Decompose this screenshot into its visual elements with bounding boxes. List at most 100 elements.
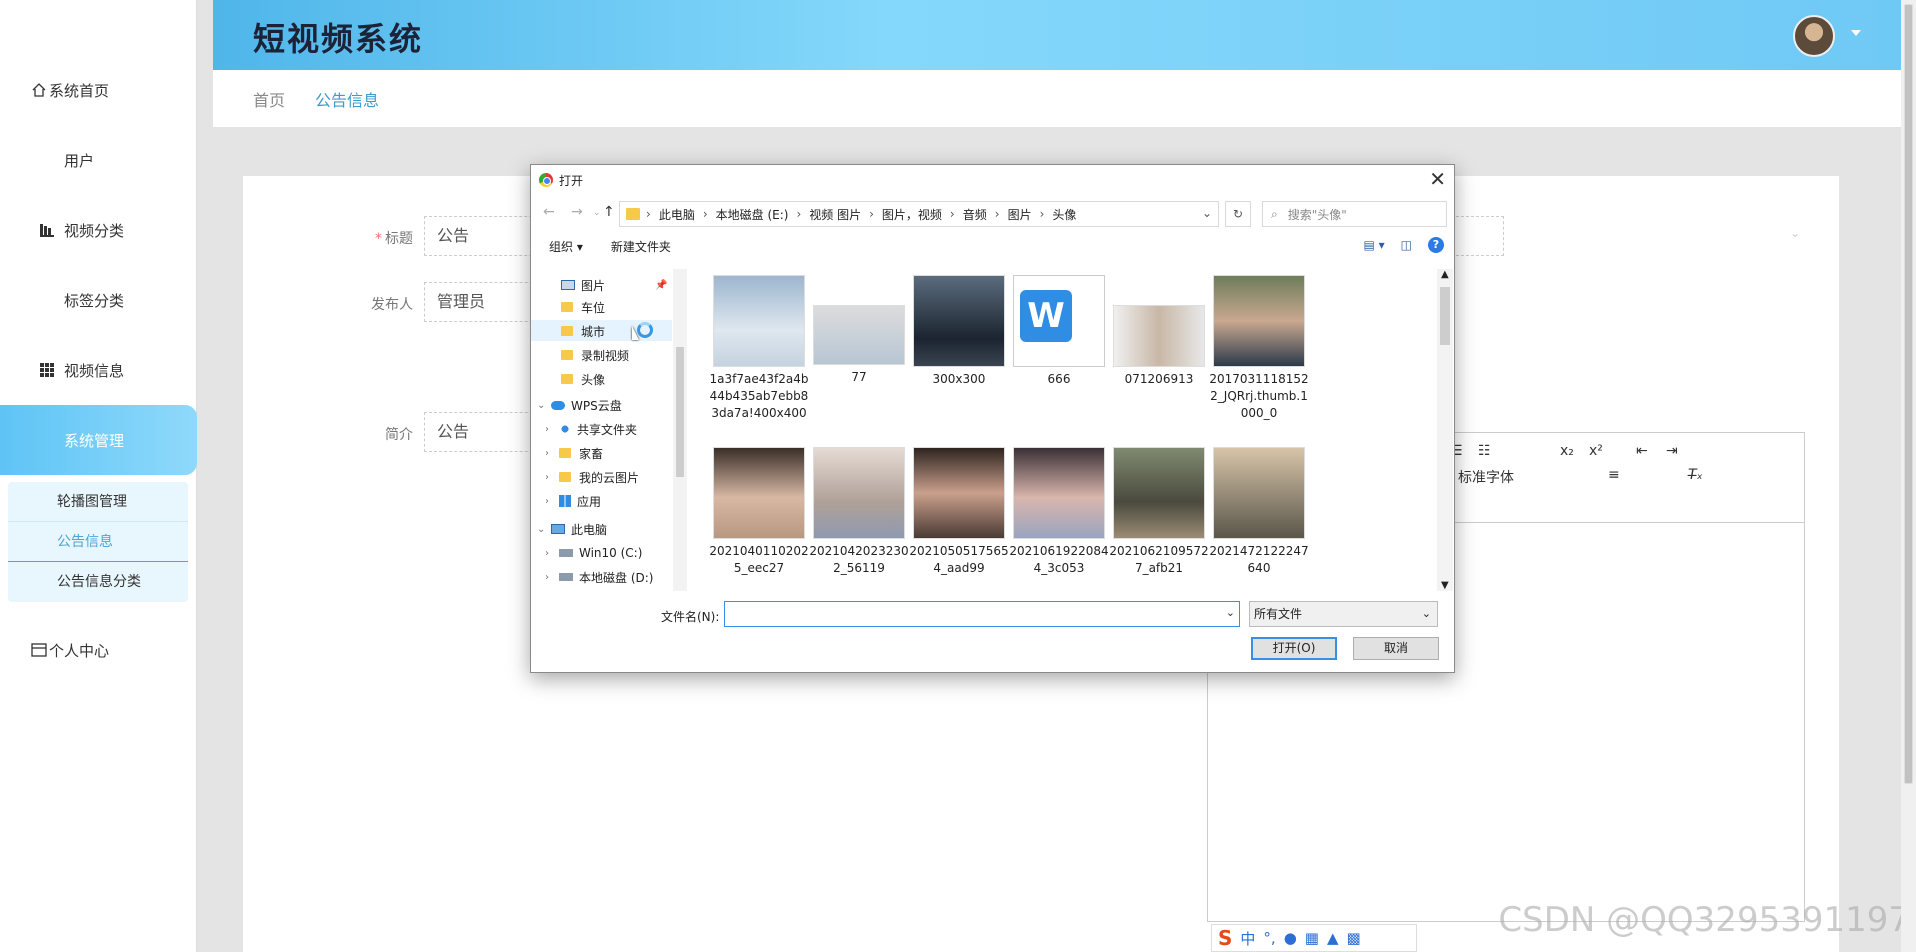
address-bar[interactable]: › 此电脑 › 本地磁盘 (E:) › 视频 图片 › 图片，视频 › 音频 › 图片 › … <box>619 201 1219 227</box>
tree-item-apps[interactable]: › 应用 <box>545 491 601 511</box>
submenu-item-carousel[interactable]: 轮播图管理 <box>8 482 188 522</box>
chevron-down-icon[interactable]: ⌄ <box>537 524 551 535</box>
user-avatar[interactable] <box>1793 15 1835 57</box>
indent-icon[interactable]: ⇥ <box>1666 443 1678 459</box>
address-segment[interactable]: 本地磁盘 (E:) <box>716 206 789 223</box>
help-icon[interactable]: ? <box>1428 237 1444 253</box>
bullet-list-icon[interactable]: ☷ <box>1478 443 1491 459</box>
preview-pane-icon[interactable]: ◫ <box>1401 238 1412 252</box>
tree-item-parking[interactable]: 车位 <box>561 297 605 317</box>
title-label: * 标题 <box>375 231 413 247</box>
address-segment[interactable]: 图片，视频 <box>882 206 942 223</box>
file-item[interactable]: 071206913 <box>1109 275 1209 388</box>
chevron-down-icon[interactable]: ⌄ <box>1226 606 1235 619</box>
superscript-icon[interactable]: x² <box>1589 443 1603 459</box>
align-icon[interactable]: ≡ <box>1608 467 1620 483</box>
close-icon[interactable]: ✕ <box>1429 167 1446 191</box>
tree-item-drive-c[interactable]: › Win10 (C:) <box>545 543 642 563</box>
punctuation-icon[interactable]: °, <box>1263 929 1275 947</box>
forward-icon[interactable]: → <box>571 204 583 220</box>
chevron-right-icon[interactable]: › <box>545 572 559 583</box>
address-segment[interactable]: 视频 图片 <box>809 206 861 223</box>
file-item[interactable]: 77 <box>809 275 909 386</box>
pin-icon[interactable]: 📌 <box>655 280 667 291</box>
file-item[interactable]: 300x300 <box>909 275 1009 388</box>
tree-item-city[interactable]: 城市 <box>561 321 605 341</box>
open-button[interactable]: 打开(O) <box>1251 637 1337 660</box>
file-grid-scrollbar[interactable]: ▲ ▼ <box>1437 269 1453 591</box>
tree-item-recorded-video[interactable]: 录制视频 <box>561 345 629 365</box>
chevron-right-icon[interactable]: › <box>545 424 559 435</box>
address-segment[interactable]: 此电脑 <box>659 206 695 223</box>
sidebar-item-system-management[interactable]: 系统管理 <box>0 405 197 475</box>
tree-item-livestock[interactable]: › 家畜 <box>545 443 603 463</box>
chevron-down-icon[interactable] <box>1851 30 1861 36</box>
breadcrumb: 首页 公告信息 <box>213 70 1901 127</box>
organize-button[interactable]: 组织 ▾ <box>549 238 583 255</box>
skin-icon[interactable]: ▲ <box>1327 929 1339 947</box>
folder-tree: 图片 📌 车位 城市 录制视频 头像 ⌄ WPS云盘 › 共享文件夹 › 家畜 › 我的云… <box>531 269 688 591</box>
sogou-logo-icon[interactable]: S <box>1218 926 1232 950</box>
page-scrollbar[interactable] <box>1901 0 1916 952</box>
clear-format-icon[interactable]: T̶ₓ <box>1688 467 1703 483</box>
chevron-right-icon[interactable]: › <box>545 472 559 483</box>
back-icon[interactable]: ← <box>543 204 555 220</box>
sidebar-item-video-info[interactable]: 视频信息 <box>0 335 197 405</box>
recent-dropdown-icon[interactable]: ⌄ <box>593 208 601 218</box>
cancel-button[interactable]: 取消 <box>1353 637 1439 660</box>
address-segment[interactable]: 图片 <box>1008 206 1032 223</box>
sidebar-item-video-category[interactable]: 视频分类 <box>0 195 197 265</box>
microphone-icon[interactable]: ● <box>1284 929 1297 947</box>
tree-item-wps-cloud[interactable]: ⌄ WPS云盘 <box>537 395 622 415</box>
breadcrumb-home[interactable]: 首页 <box>253 87 285 111</box>
outdent-icon[interactable]: ⇤ <box>1636 443 1648 459</box>
file-item[interactable]: 20210420232302_56119 <box>809 447 909 577</box>
view-options-icon[interactable]: ▤ ▾ <box>1363 238 1384 252</box>
tree-item-my-cloud-pictures[interactable]: › 我的云图片 <box>545 467 639 487</box>
address-segment[interactable]: 音频 <box>963 206 987 223</box>
filename-input[interactable]: ⌄ <box>724 601 1240 627</box>
image-thumbnail <box>913 447 1005 539</box>
scroll-down-icon[interactable]: ▼ <box>1441 580 1449 591</box>
file-item[interactable]: 20210401102025_eec27 <box>709 447 809 577</box>
file-item[interactable]: 2021472122247640 <box>1209 447 1309 577</box>
file-item[interactable]: 20210505175654_aad99 <box>909 447 1009 577</box>
sidebar-item-tag-category[interactable]: 标签分类 <box>0 265 197 335</box>
refresh-icon[interactable]: ↻ <box>1225 201 1251 227</box>
keyboard-icon[interactable]: ▦ <box>1305 929 1319 947</box>
file-item[interactable]: 20170311181522_JQRrj.thumb.1000_0 <box>1209 275 1309 422</box>
file-item[interactable]: 1a3f7ae43f2a4b44b435ab7ebb83da7a!400x400 <box>709 275 809 422</box>
chevron-right-icon[interactable]: › <box>545 548 559 559</box>
new-folder-button[interactable]: 新建文件夹 <box>611 238 671 255</box>
toolbox-icon[interactable]: ▩ <box>1347 929 1361 947</box>
watermark: CSDN @QQ3295391197 <box>1498 900 1910 940</box>
chevron-right-icon[interactable]: › <box>545 448 559 459</box>
tree-item-pictures[interactable]: 图片 📌 <box>561 275 667 295</box>
file-item[interactable]: 20210621095727_afb21 <box>1109 447 1209 577</box>
sidebar-item-home[interactable]: 系统首页 <box>0 55 197 125</box>
search-input[interactable]: ⌕ 搜索"头像" <box>1262 201 1447 227</box>
chevron-right-icon[interactable]: › <box>545 496 559 507</box>
tree-item-this-pc[interactable]: ⌄ 此电脑 <box>537 519 607 539</box>
address-segment[interactable]: 头像 <box>1052 206 1076 223</box>
sidebar-item-profile[interactable]: 个人中心 <box>0 615 197 685</box>
tree-scrollbar[interactable] <box>673 269 687 591</box>
ime-mode[interactable]: 中 <box>1240 928 1255 949</box>
tree-item-avatar[interactable]: 头像 <box>561 369 605 389</box>
up-icon[interactable]: ↑ <box>603 204 615 220</box>
chevron-down-icon[interactable]: ⌄ <box>1202 206 1212 220</box>
folder-icon <box>559 448 571 458</box>
scroll-up-icon[interactable]: ▲ <box>1441 269 1449 280</box>
chevron-down-icon[interactable]: ⌄ <box>537 400 551 411</box>
file-item[interactable]: 20210619220844_3c053 <box>1009 447 1109 577</box>
sidebar-item-users[interactable]: 用户 <box>0 125 197 195</box>
subscript-icon[interactable]: x₂ <box>1560 443 1574 459</box>
file-item[interactable]: W 666 <box>1009 275 1109 388</box>
filetype-select[interactable]: 所有文件 ⌄ <box>1249 601 1438 627</box>
submenu-item-announcement[interactable]: 公告信息 <box>8 522 188 562</box>
font-select[interactable]: 标准字体 <box>1458 467 1514 487</box>
submenu-item-announcement-category[interactable]: 公告信息分类 <box>8 562 188 602</box>
tree-item-drive-d[interactable]: › 本地磁盘 (D:) <box>545 567 653 587</box>
wps-document-icon: W <box>1013 275 1105 367</box>
tree-item-shared-folder[interactable]: › 共享文件夹 <box>545 419 637 439</box>
